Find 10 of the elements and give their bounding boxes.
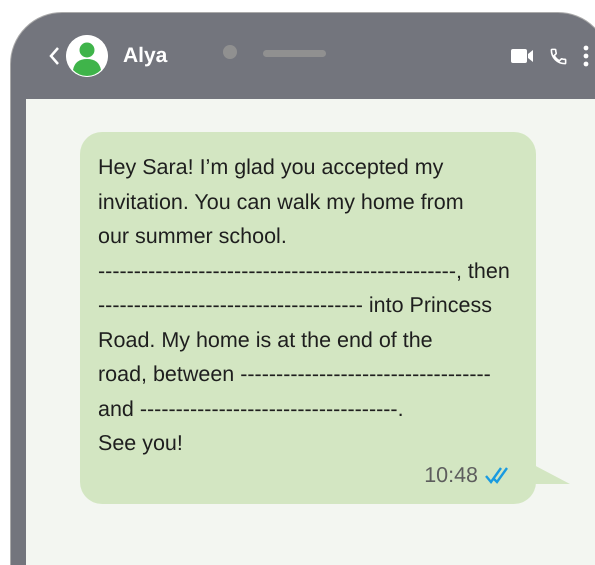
message-time: 10:48 xyxy=(424,462,478,488)
back-icon[interactable] xyxy=(48,46,60,66)
phone-icon[interactable] xyxy=(549,46,568,66)
contact-name: Alya xyxy=(123,44,168,68)
more-options-icon[interactable] xyxy=(583,45,589,67)
avatar-icon[interactable] xyxy=(66,35,108,77)
speaker-slot xyxy=(263,50,326,57)
video-camera-icon[interactable] xyxy=(511,48,534,64)
message-text: Hey Sara! I’m glad you accepted my invitation. You can walk my home from our summer school. --------------------------------------------------, then ------------------------------------- into Princess Road. My home is at the end of the road, between ----------------------------------- and ------------------------------------. See you! xyxy=(98,154,511,457)
camera-dot xyxy=(223,45,237,59)
